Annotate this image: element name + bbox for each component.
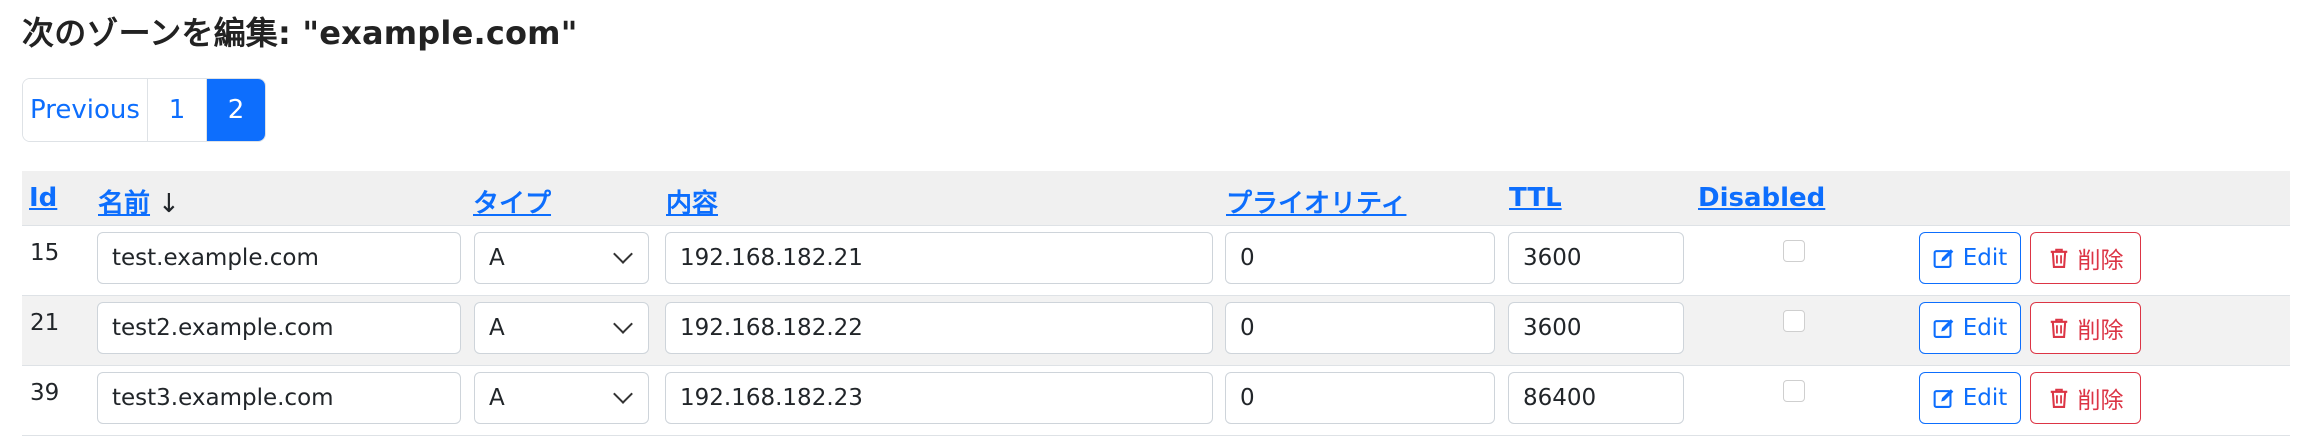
table-row: 15 test.example.com A 192.168.182.21 0 3… <box>22 226 2290 296</box>
edit-label: Edit <box>1962 245 2008 271</box>
priority-input[interactable]: 0 <box>1225 372 1495 424</box>
ttl-input[interactable]: 86400 <box>1508 372 1684 424</box>
arrow-down-icon: ↓ <box>158 189 180 219</box>
pencil-square-icon <box>1933 249 1954 268</box>
edit-button[interactable]: Edit <box>1919 232 2021 284</box>
delete-button[interactable]: 削除 <box>2030 232 2141 284</box>
edit-button[interactable]: Edit <box>1919 372 2021 424</box>
pencil-square-icon <box>1933 319 1954 338</box>
header-disabled[interactable]: Disabled <box>1698 183 1825 213</box>
record-id: 21 <box>30 310 60 336</box>
page: 次のゾーンを編集: "example.com" Previous 1 2 Id … <box>0 0 2305 440</box>
pagination-page-2-active[interactable]: 2 <box>207 79 265 141</box>
delete-button[interactable]: 削除 <box>2030 302 2141 354</box>
header-id[interactable]: Id <box>29 183 57 213</box>
header-priority[interactable]: プライオリティ <box>1226 183 1406 220</box>
table-row: 21 test2.example.com A 192.168.182.22 0 … <box>22 296 2290 366</box>
content-input[interactable]: 192.168.182.21 <box>665 232 1213 284</box>
type-select[interactable]: A <box>474 302 649 354</box>
type-select-value: A <box>489 385 505 411</box>
header-content[interactable]: 内容 <box>666 183 718 220</box>
type-select-value: A <box>489 315 505 341</box>
table-header: Id 名前 ↓ タイプ 内容 プライオリティ TTL Disabled <box>22 171 2290 226</box>
pagination: Previous 1 2 <box>22 78 266 142</box>
chevron-down-icon <box>613 314 633 334</box>
edit-label: Edit <box>1962 315 2008 341</box>
priority-input[interactable]: 0 <box>1225 232 1495 284</box>
content-input[interactable]: 192.168.182.22 <box>665 302 1213 354</box>
pagination-page-1[interactable]: 1 <box>148 79 207 141</box>
chevron-down-icon <box>613 384 633 404</box>
priority-input[interactable]: 0 <box>1225 302 1495 354</box>
trash-icon <box>2050 388 2067 408</box>
delete-label: 削除 <box>2077 318 2124 344</box>
type-select[interactable]: A <box>474 372 649 424</box>
disabled-checkbox[interactable] <box>1783 310 1805 332</box>
record-id: 15 <box>30 240 60 266</box>
trash-icon <box>2050 318 2067 338</box>
pencil-square-icon <box>1933 389 1954 408</box>
type-select[interactable]: A <box>474 232 649 284</box>
delete-label: 削除 <box>2077 388 2124 414</box>
ttl-input[interactable]: 3600 <box>1508 232 1684 284</box>
content-input[interactable]: 192.168.182.23 <box>665 372 1213 424</box>
disabled-checkbox[interactable] <box>1783 240 1805 262</box>
pagination-previous[interactable]: Previous <box>23 79 148 141</box>
header-type[interactable]: タイプ <box>473 183 551 220</box>
name-input[interactable]: test2.example.com <box>97 302 461 354</box>
name-input[interactable]: test3.example.com <box>97 372 461 424</box>
record-id: 39 <box>30 380 60 406</box>
ttl-input[interactable]: 3600 <box>1508 302 1684 354</box>
header-ttl[interactable]: TTL <box>1509 183 1562 213</box>
header-name-label: 名前 <box>98 189 151 219</box>
delete-label: 削除 <box>2077 248 2124 274</box>
header-name[interactable]: 名前 ↓ <box>98 183 180 220</box>
edit-label: Edit <box>1962 385 2008 411</box>
records-table: Id 名前 ↓ タイプ 内容 プライオリティ TTL Disabled 15 te… <box>22 171 2290 436</box>
table-row: 39 test3.example.com A 192.168.182.23 0 … <box>22 366 2290 436</box>
type-select-value: A <box>489 245 505 271</box>
name-input[interactable]: test.example.com <box>97 232 461 284</box>
page-title: 次のゾーンを編集: "example.com" <box>22 14 578 52</box>
disabled-checkbox[interactable] <box>1783 380 1805 402</box>
edit-button[interactable]: Edit <box>1919 302 2021 354</box>
delete-button[interactable]: 削除 <box>2030 372 2141 424</box>
chevron-down-icon <box>613 244 633 264</box>
trash-icon <box>2050 248 2067 268</box>
